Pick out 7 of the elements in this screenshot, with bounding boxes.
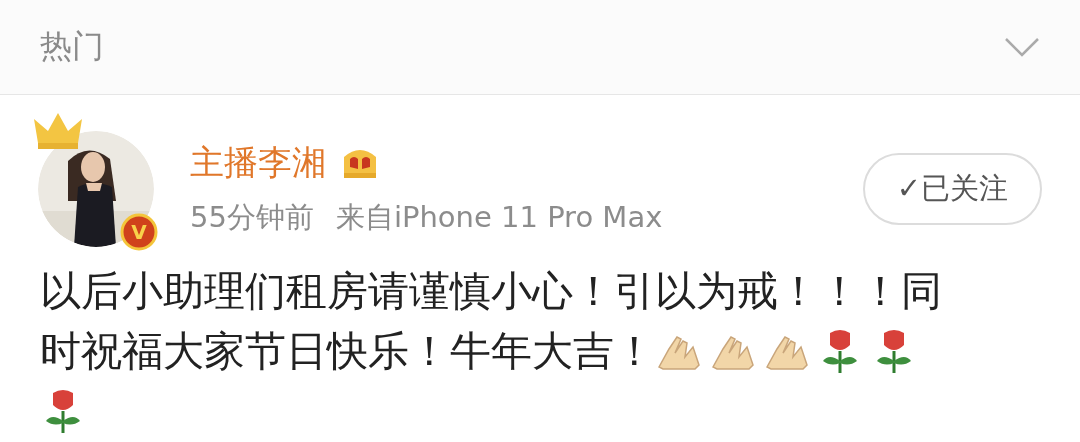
post-source: 来自iPhone 11 Pro Max: [335, 199, 663, 236]
section-title: 热门: [40, 26, 104, 67]
follow-button[interactable]: ✓已关注: [862, 153, 1042, 225]
verified-badge: V: [120, 213, 158, 251]
post-time: 55分钟前: [190, 199, 314, 236]
post-text-line: 时祝福大家节日快乐！牛年大吉！: [40, 327, 655, 375]
post-text-line: 以后小助理们租房请谨慎小心！引以为戒！！！同: [40, 266, 943, 317]
